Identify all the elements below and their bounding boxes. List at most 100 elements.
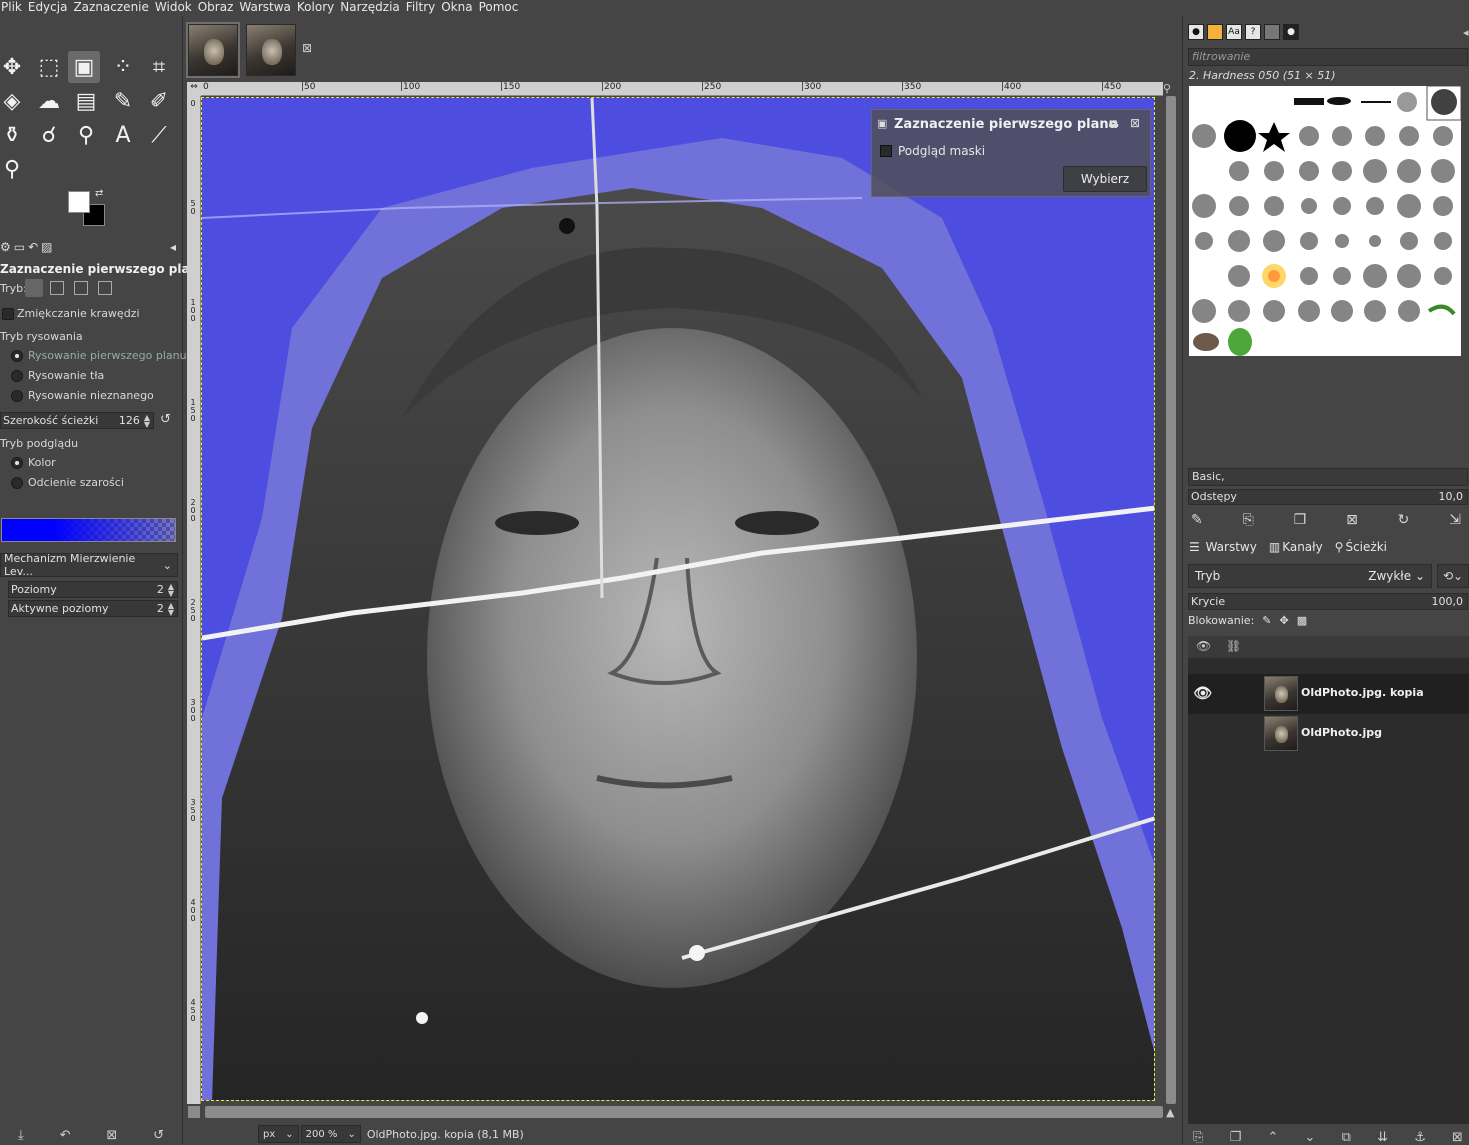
preview-grayscale-radio[interactable] (11, 477, 23, 489)
zoom-select[interactable]: 200 % ⌄ (300, 1125, 361, 1143)
detach-icon[interactable]: ⏏ (1108, 116, 1119, 130)
refresh-brushes-icon[interactable]: ↻ (1398, 512, 1410, 528)
spinner-arrows-icon[interactable]: ▲ ▼ (168, 582, 174, 597)
menu-okna[interactable]: Okna (441, 0, 478, 16)
rect-select-tool-icon[interactable]: ⬚ (33, 51, 65, 83)
fonts-tab-icon[interactable]: Aa (1226, 24, 1242, 40)
patterns-tab-icon[interactable] (1207, 24, 1223, 40)
open-brush-icon[interactable]: ⇲ (1449, 512, 1461, 528)
layer-row[interactable]: OldPhoto.jpg (1188, 714, 1469, 754)
mask-color-swatch[interactable] (1, 518, 176, 542)
paths-tool-icon[interactable]: ⚲ (70, 119, 102, 151)
image-tab-thumbnail[interactable] (186, 22, 240, 78)
menu-filtry[interactable]: Filtry (406, 0, 441, 16)
draw-unknown-radio[interactable] (11, 390, 23, 402)
crop-tool-icon[interactable]: ⌗ (143, 51, 175, 83)
tab-paths[interactable]: ⚲ Ścieżki (1333, 540, 1391, 554)
close-icon[interactable]: ⊠ (1130, 116, 1140, 130)
levels-spinner[interactable]: Poziomy 2 ▲ ▼ (8, 581, 178, 598)
paintbrush-icon[interactable]: ✎ (107, 85, 139, 117)
navigate-icon[interactable]: ▲ (1166, 1106, 1174, 1119)
delete-options-icon[interactable]: ⊠ (106, 1128, 117, 1144)
eye-icon[interactable]: 👁 (1193, 684, 1213, 702)
edit-brush-icon[interactable]: ✎ (1191, 512, 1203, 528)
active-levels-spinner[interactable]: Aktywne poziomy 2 ▲ ▼ (8, 600, 178, 617)
clone-tool-icon[interactable]: ⚱ (0, 119, 28, 151)
mode-replace-button[interactable] (25, 279, 43, 297)
swap-colors-icon[interactable]: ⇄ (95, 188, 103, 199)
menu-narzedzia[interactable]: Narzędzia (340, 0, 406, 16)
opacity-slider[interactable]: Krycie 100,0 (1188, 593, 1468, 610)
duplicate-brush-icon[interactable]: ❐ (1294, 512, 1307, 528)
draw-foreground-radio[interactable] (11, 350, 23, 362)
foreground-select-tool-icon[interactable]: ▣ (68, 51, 100, 83)
undo-history-tab-icon[interactable]: ↶ (28, 240, 38, 254)
quick-mask-toggle[interactable] (188, 1106, 200, 1118)
select-button[interactable]: Wybierz (1063, 166, 1147, 192)
duplicate-layer-icon[interactable]: ⧉ (1342, 1130, 1351, 1145)
mode-subtract-button[interactable] (74, 281, 88, 295)
zoom-tool-icon[interactable]: ⚲ (0, 153, 28, 185)
save-options-icon[interactable]: ⤓ (18, 1128, 24, 1144)
merge-layer-icon[interactable]: ⇊ (1377, 1130, 1388, 1145)
antialias-checkbox[interactable] (2, 308, 14, 320)
lock-alpha-icon[interactable]: ▩ (1297, 614, 1307, 627)
ruler-horizontal[interactable]: 0 |50 |100 |150 |200 |250 |300 |350 |400… (201, 82, 1163, 96)
preview-mask-checkbox[interactable] (880, 145, 892, 157)
color-picker-icon[interactable]: ⟋ (143, 119, 175, 151)
eraser-icon[interactable]: ✐ (143, 85, 175, 117)
fuzzy-select-tool-icon[interactable]: ⁘ (107, 51, 139, 83)
unit-select[interactable]: px ⌄ (258, 1125, 299, 1143)
anchor-layer-icon[interactable]: ⚓ (1414, 1130, 1426, 1145)
menu-kolory[interactable]: Kolory (297, 0, 340, 16)
brushes-tab-icon[interactable]: ● (1188, 24, 1204, 40)
mode-intersect-button[interactable] (98, 281, 112, 295)
tab-channels[interactable]: ▥ Kanały (1267, 540, 1327, 554)
stroke-width-spinner[interactable]: Szerokość ścieżki 126 ▲ ▼ (0, 412, 154, 429)
layer-mode-select[interactable]: Tryb Zwykłe ⌄ (1188, 564, 1432, 588)
reset-width-icon[interactable]: ↺ (160, 412, 171, 427)
image-tab-thumbnail[interactable] (246, 24, 296, 76)
menu-pomoc[interactable]: Pomoc (479, 0, 525, 16)
engine-select[interactable]: Mechanizm Mierzwienie Lev... ⌄ (0, 552, 178, 578)
smudge-tool-icon[interactable]: ☌ (33, 119, 65, 151)
reset-options-icon[interactable]: ↺ (153, 1128, 164, 1144)
brush-tags-input[interactable]: Basic, (1188, 468, 1468, 486)
brush-grid[interactable] (1189, 85, 1462, 356)
dynamics-tab-icon[interactable]: ● (1283, 24, 1299, 40)
delete-brush-icon[interactable]: ⊠ (1346, 512, 1358, 528)
spacing-slider[interactable]: Odstępy 10,0 (1188, 489, 1468, 505)
menu-widok[interactable]: Widok (155, 0, 198, 16)
horizontal-scrollbar[interactable] (205, 1106, 1163, 1118)
raise-layer-icon[interactable]: ⌃ (1267, 1130, 1278, 1145)
lower-layer-icon[interactable]: ⌄ (1305, 1130, 1316, 1145)
fg-bg-colors[interactable]: ⇄ (65, 188, 111, 232)
vertical-scrollbar[interactable] (1166, 96, 1176, 1104)
preview-color-radio[interactable] (11, 457, 23, 469)
close-tab-icon[interactable]: ⊠ (302, 41, 312, 55)
layer-row[interactable]: 👁 OldPhoto.jpg. kopia (1188, 674, 1469, 714)
new-layer-icon[interactable]: ⎘ (1193, 1130, 1203, 1145)
menu-zaznaczenie[interactable]: Zaznaczenie (73, 0, 154, 16)
transform-tool-icon[interactable]: ◈ (0, 85, 28, 117)
spinner-arrows-icon[interactable]: ▲ ▼ (168, 601, 174, 616)
zoom-image-icon[interactable]: ⚲ (1163, 82, 1177, 96)
text-tool-icon[interactable]: A (107, 119, 139, 151)
tool-options-tab-icon[interactable]: ⚙ (0, 240, 11, 254)
tab-layers[interactable]: ☰ Warstwy (1187, 540, 1261, 554)
device-status-tab-icon[interactable]: ▭ (14, 240, 25, 254)
panel-menu-icon[interactable]: ◂ (1463, 26, 1469, 39)
layer-list[interactable]: 👁 ⛓ 👁 OldPhoto.jpg. kopia OldPhoto.jpg (1188, 636, 1469, 1124)
move-tool-icon[interactable]: ✥ (0, 51, 28, 83)
menu-plik[interactable]: Plik (0, 0, 28, 16)
delete-layer-icon[interactable]: ⊠ (1452, 1130, 1463, 1145)
new-brush-icon[interactable]: ⎘ (1243, 512, 1254, 528)
gradients-tab-icon[interactable] (1264, 24, 1280, 40)
brush-filter-input[interactable]: filtrowanie (1188, 48, 1468, 66)
foreground-color[interactable] (68, 191, 90, 213)
mode-switch-icon[interactable]: ⟲⌄ (1437, 564, 1469, 588)
panel-menu-icon[interactable]: ◂ (170, 240, 176, 254)
lock-pixels-icon[interactable]: ✎ (1262, 614, 1271, 627)
help-tab-icon[interactable]: ? (1245, 24, 1261, 40)
image-canvas[interactable]: ▣ Zaznaczenie pierwszego planu ⏏ ⊠ Podgl… (201, 97, 1155, 1101)
